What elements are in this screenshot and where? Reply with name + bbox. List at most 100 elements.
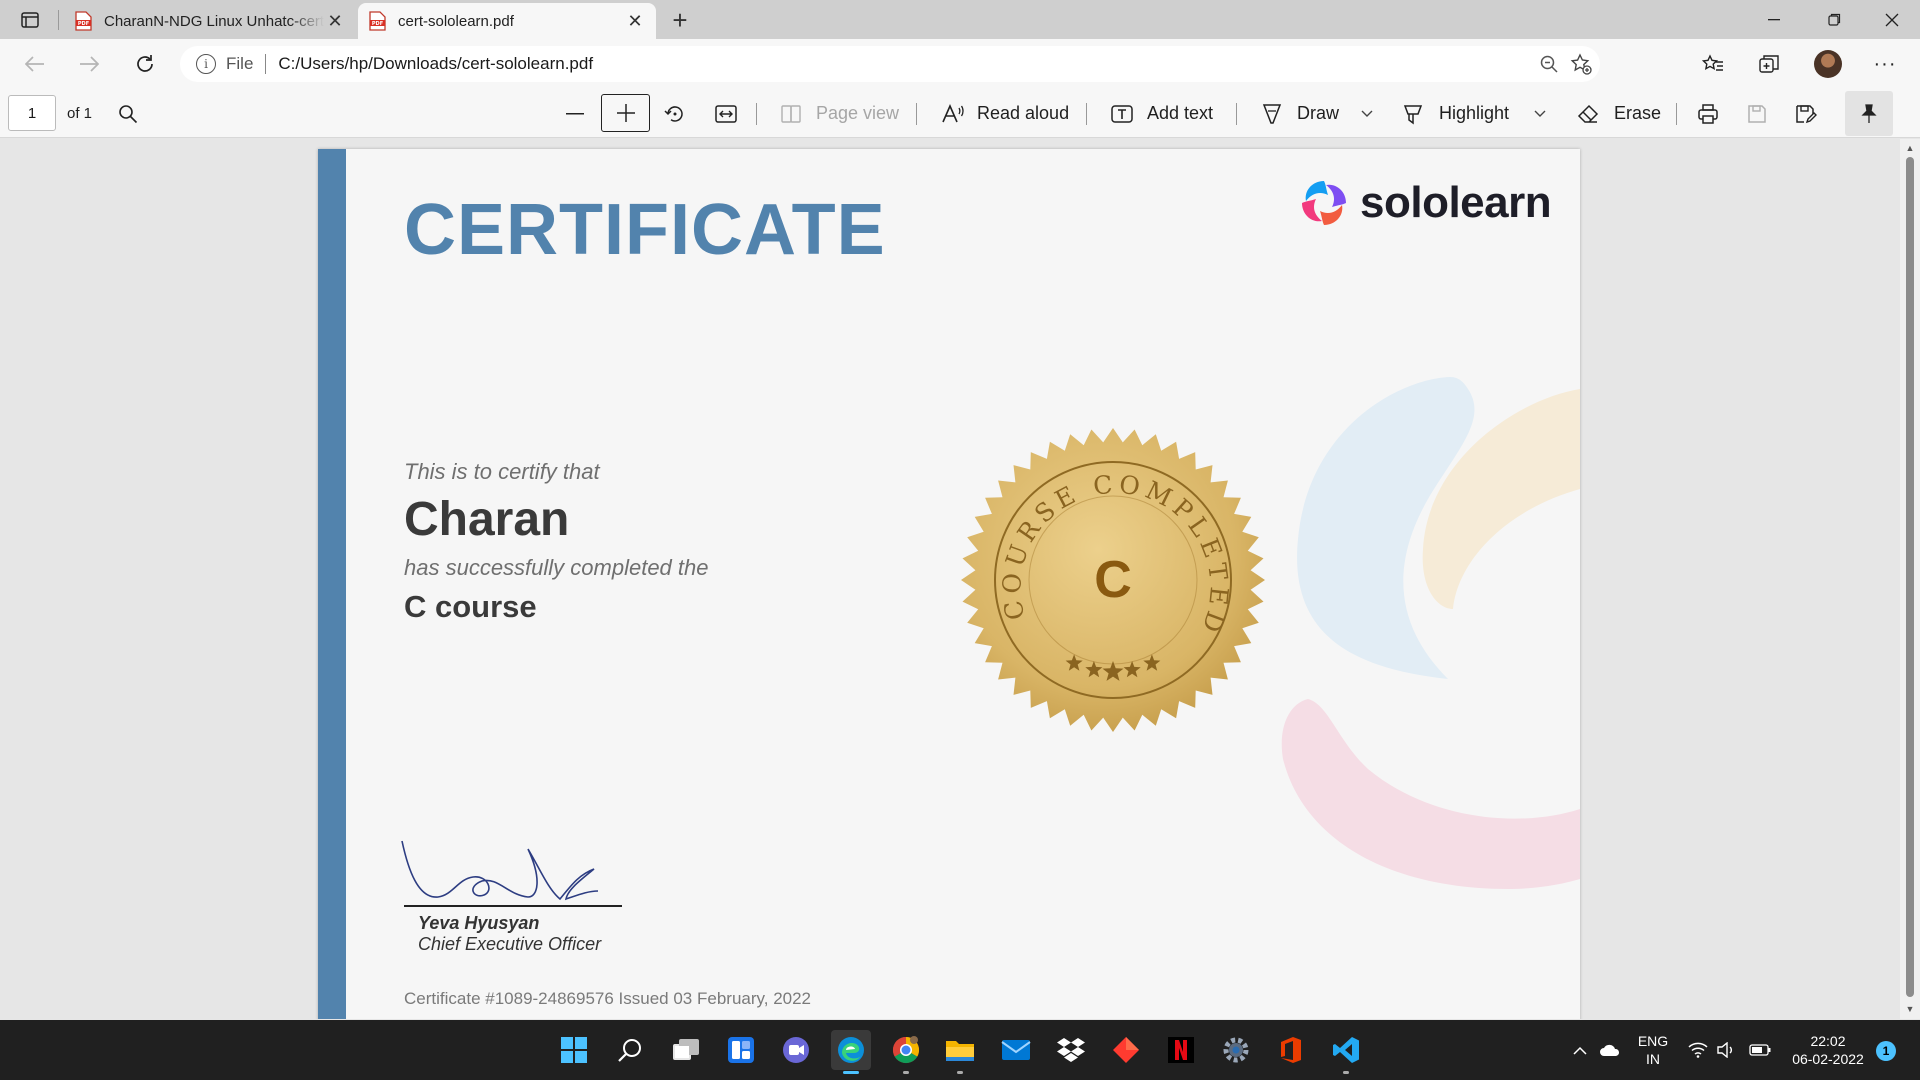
- background-swirl-decoration: [1281, 377, 1580, 889]
- close-tab-icon[interactable]: ✕: [324, 10, 346, 32]
- zoom-out-icon[interactable]: [559, 98, 591, 130]
- office-button[interactable]: [1271, 1030, 1311, 1070]
- draw-button[interactable]: Draw: [1297, 89, 1339, 138]
- save-icon: [1741, 98, 1773, 130]
- page-number-input[interactable]: 1: [8, 95, 56, 131]
- brand-name: sololearn: [1360, 178, 1552, 227]
- course-name: C course: [404, 589, 537, 624]
- eraser-icon[interactable]: [1572, 98, 1604, 130]
- back-button[interactable]: [18, 48, 52, 80]
- settings-button[interactable]: [1216, 1030, 1256, 1070]
- highlight-button[interactable]: Highlight: [1439, 89, 1509, 138]
- volume-icon[interactable]: [1714, 1038, 1738, 1062]
- vscode-icon: [1333, 1037, 1359, 1063]
- close-icon: [1885, 13, 1899, 26]
- battery-icon[interactable]: [1748, 1038, 1772, 1062]
- wifi-icon[interactable]: [1686, 1038, 1710, 1062]
- certificate-title: CERTIFICATE: [404, 190, 886, 270]
- forward-button[interactable]: [72, 48, 106, 80]
- vertical-scrollbar[interactable]: ▲ ▼: [1900, 139, 1920, 1019]
- edge-icon: [838, 1037, 864, 1063]
- notification-badge[interactable]: 1: [1876, 1041, 1896, 1061]
- toolbar-separator: [756, 103, 757, 125]
- show-hidden-icons-chevron-icon[interactable]: [1568, 1038, 1592, 1062]
- certificate-page: CERTIFICATE sololearn This is to certify…: [318, 149, 1580, 1019]
- forward-arrow-icon: [80, 56, 99, 72]
- scroll-up-icon[interactable]: ▲: [1904, 142, 1916, 154]
- clock[interactable]: 22:02 06-02-2022: [1784, 1032, 1872, 1068]
- draw-icon[interactable]: [1256, 98, 1288, 130]
- highlight-options-chevron-icon[interactable]: [1524, 98, 1556, 130]
- fit-to-width-icon[interactable]: [710, 98, 742, 130]
- add-text-icon[interactable]: [1106, 98, 1138, 130]
- tab-linux-cert[interactable]: PDF CharanN-NDG Linux Unhatc-cert ✕: [64, 3, 356, 39]
- address-bar[interactable]: i File C:/Users/hp/Downloads/cert-solole…: [180, 46, 1600, 82]
- region-code: IN: [1646, 1051, 1660, 1067]
- teams-chat-button[interactable]: [776, 1030, 816, 1070]
- mail-icon: [1001, 1040, 1031, 1060]
- search-icon[interactable]: [112, 98, 144, 130]
- netflix-icon: [1168, 1037, 1194, 1063]
- minimize-button[interactable]: [1746, 0, 1802, 39]
- more-dots-icon: ···: [1873, 52, 1897, 75]
- accent-stripe: [318, 149, 346, 1019]
- svg-text:PDF: PDF: [372, 21, 383, 27]
- pdf-file-icon: PDF: [369, 11, 386, 31]
- erase-button[interactable]: Erase: [1614, 89, 1661, 138]
- signer-role: Chief Executive Officer: [418, 934, 602, 954]
- vscode-button[interactable]: [1326, 1030, 1366, 1074]
- folder-icon: [946, 1041, 974, 1061]
- pdf-viewer[interactable]: CERTIFICATE sololearn This is to certify…: [0, 139, 1900, 1019]
- read-aloud-button[interactable]: Read aloud: [977, 89, 1069, 138]
- widgets-button[interactable]: [721, 1030, 761, 1070]
- task-view-icon: [673, 1039, 699, 1060]
- rotate-icon[interactable]: [659, 98, 691, 130]
- scroll-down-icon[interactable]: ▼: [1904, 1003, 1916, 1015]
- profile-avatar[interactable]: [1814, 50, 1842, 78]
- edge-taskbar-button[interactable]: [831, 1030, 871, 1074]
- zoom-icon[interactable]: [1532, 46, 1566, 82]
- highlight-icon[interactable]: [1397, 98, 1429, 130]
- input-language[interactable]: ENG IN: [1628, 1032, 1678, 1068]
- file-explorer-button[interactable]: [940, 1030, 980, 1074]
- onedrive-cloud-icon[interactable]: [1598, 1038, 1622, 1062]
- tab-cert-sololearn[interactable]: PDF cert-sololearn.pdf ✕: [358, 3, 656, 39]
- add-text-button[interactable]: Add text: [1147, 89, 1213, 138]
- tab-actions-button[interactable]: [12, 7, 48, 33]
- settings-more-button[interactable]: ···: [1868, 48, 1902, 80]
- tab-strip: PDF CharanN-NDG Linux Unhatc-cert ✕ PDF …: [0, 0, 1920, 39]
- close-tab-icon[interactable]: ✕: [624, 10, 646, 32]
- save-as-icon[interactable]: [1790, 98, 1822, 130]
- sololearn-logo: sololearn: [1298, 177, 1552, 229]
- read-aloud-icon[interactable]: [937, 98, 969, 130]
- search-button[interactable]: [610, 1030, 650, 1070]
- scrollbar-thumb[interactable]: [1906, 157, 1914, 997]
- dropbox-button[interactable]: [1051, 1030, 1091, 1070]
- mail-button[interactable]: [996, 1030, 1036, 1070]
- app-red-diamond-button[interactable]: [1106, 1030, 1146, 1070]
- refresh-button[interactable]: [128, 48, 162, 80]
- task-view-button[interactable]: [666, 1030, 706, 1070]
- favorites-button[interactable]: [1696, 48, 1730, 80]
- netflix-button[interactable]: [1161, 1030, 1201, 1070]
- toolbar-separator: [1676, 103, 1677, 125]
- url-text[interactable]: C:/Users/hp/Downloads/cert-sololearn.pdf: [278, 54, 593, 74]
- close-window-button[interactable]: [1864, 0, 1920, 39]
- site-info-icon[interactable]: i: [196, 54, 216, 74]
- print-icon[interactable]: [1692, 98, 1724, 130]
- seal-letter: C: [1094, 551, 1132, 609]
- zoom-in-button[interactable]: [601, 94, 650, 132]
- red-diamond-app-icon: [1113, 1037, 1139, 1063]
- start-button[interactable]: [554, 1030, 594, 1070]
- draw-options-chevron-icon[interactable]: [1351, 98, 1383, 130]
- restore-button[interactable]: [1806, 0, 1862, 39]
- back-arrow-icon: [25, 56, 44, 72]
- add-favorite-icon[interactable]: [1564, 46, 1598, 82]
- chrome-taskbar-button[interactable]: [886, 1030, 926, 1074]
- collections-button[interactable]: [1752, 48, 1786, 80]
- running-indicator: [957, 1071, 963, 1074]
- favorites-icon: [1702, 54, 1723, 71]
- new-tab-button[interactable]: +: [664, 5, 696, 35]
- running-indicator: [1343, 1071, 1349, 1074]
- pin-toolbar-button[interactable]: [1845, 91, 1893, 136]
